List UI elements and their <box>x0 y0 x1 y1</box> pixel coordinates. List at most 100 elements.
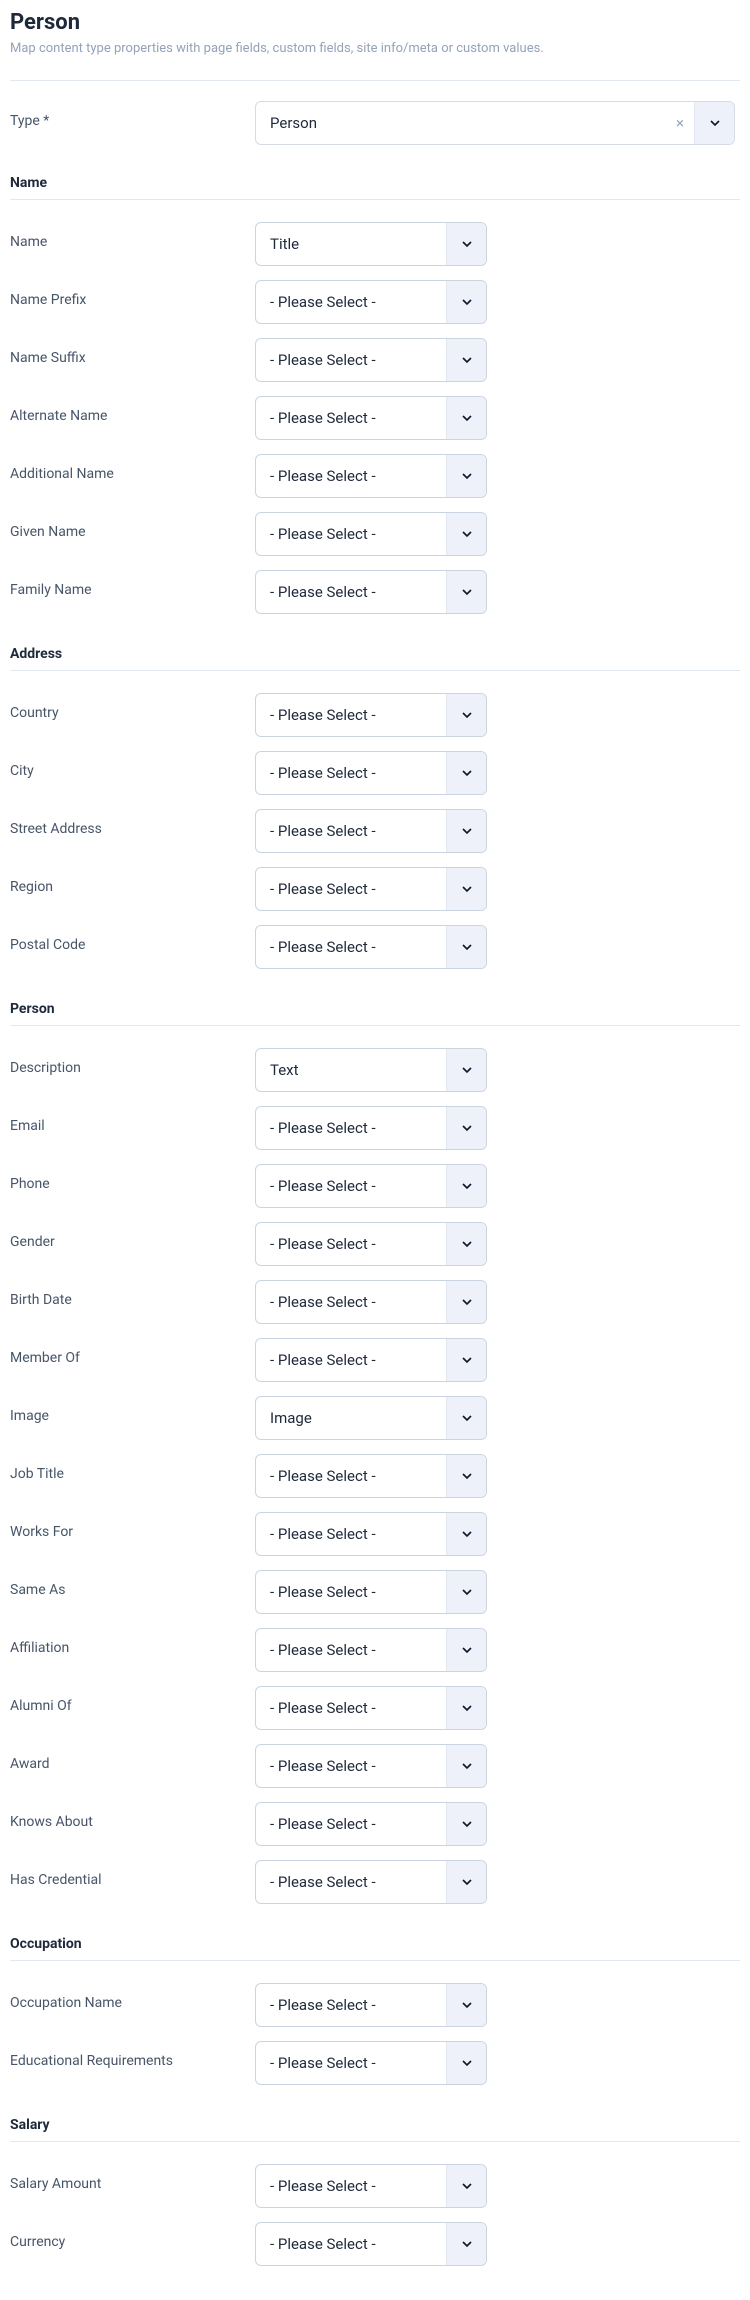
field-select-toggle[interactable] <box>446 1339 486 1381</box>
field-select-toggle[interactable] <box>446 1571 486 1613</box>
field-select[interactable]: - Please Select - <box>255 809 487 853</box>
field-select[interactable]: - Please Select - <box>255 512 487 556</box>
field-select-value[interactable]: - Please Select - <box>256 1745 446 1787</box>
field-select-value[interactable]: - Please Select - <box>256 571 446 613</box>
field-select-toggle[interactable] <box>446 1049 486 1091</box>
field-select-value[interactable]: - Please Select - <box>256 281 446 323</box>
field-select-value[interactable]: - Please Select - <box>256 397 446 439</box>
field-select[interactable]: - Please Select - <box>255 2041 487 2085</box>
field-select[interactable]: - Please Select - <box>255 1512 487 1556</box>
clear-type-icon[interactable]: × <box>666 102 694 144</box>
field-select-value[interactable]: - Please Select - <box>256 513 446 555</box>
field-select-toggle[interactable] <box>446 339 486 381</box>
field-select[interactable]: - Please Select - <box>255 454 487 498</box>
field-select-value[interactable]: - Please Select - <box>256 868 446 910</box>
field-select-toggle[interactable] <box>446 1455 486 1497</box>
field-select-value[interactable]: - Please Select - <box>256 1339 446 1381</box>
field-select[interactable]: - Please Select - <box>255 1744 487 1788</box>
field-select[interactable]: - Please Select - <box>255 1686 487 1730</box>
field-select-value[interactable]: - Please Select - <box>256 2165 446 2207</box>
type-select-value[interactable]: Person <box>256 102 666 144</box>
field-select[interactable]: - Please Select - <box>255 280 487 324</box>
field-select-value[interactable]: - Please Select - <box>256 1687 446 1729</box>
field-select-value[interactable]: - Please Select - <box>256 1984 446 2026</box>
chevron-down-icon <box>459 1700 475 1716</box>
field-select-toggle[interactable] <box>446 810 486 852</box>
field-select[interactable]: - Please Select - <box>255 1280 487 1324</box>
field-select-toggle[interactable] <box>446 513 486 555</box>
field-select[interactable]: - Please Select - <box>255 867 487 911</box>
field-select-value[interactable]: - Please Select - <box>256 1571 446 1613</box>
field-select-value[interactable]: - Please Select - <box>256 1513 446 1555</box>
field-select-toggle[interactable] <box>446 1861 486 1903</box>
field-select[interactable]: - Please Select - <box>255 1802 487 1846</box>
field-select-toggle[interactable] <box>446 868 486 910</box>
field-select[interactable]: - Please Select - <box>255 1164 487 1208</box>
field-select-toggle[interactable] <box>446 1165 486 1207</box>
field-select[interactable]: Image <box>255 1396 487 1440</box>
field-select[interactable]: - Please Select - <box>255 2164 487 2208</box>
field-select-value[interactable]: - Please Select - <box>256 1629 446 1671</box>
field-select-value[interactable]: - Please Select - <box>256 1861 446 1903</box>
field-select[interactable]: Title <box>255 222 487 266</box>
field-select-toggle[interactable] <box>446 2165 486 2207</box>
type-select-toggle[interactable] <box>694 102 734 144</box>
field-select-value[interactable]: - Please Select - <box>256 1455 446 1497</box>
field-select-toggle[interactable] <box>446 1281 486 1323</box>
field-select[interactable]: - Please Select - <box>255 1106 487 1150</box>
field-select-value[interactable]: - Please Select - <box>256 1281 446 1323</box>
field-select[interactable]: - Please Select - <box>255 1628 487 1672</box>
field-select-value[interactable]: Title <box>256 223 446 265</box>
field-select-toggle[interactable] <box>446 1803 486 1845</box>
field-select-toggle[interactable] <box>446 571 486 613</box>
type-select[interactable]: Person × <box>255 101 735 145</box>
field-select-toggle[interactable] <box>446 1397 486 1439</box>
field-select-value[interactable]: - Please Select - <box>256 752 446 794</box>
field-select-value[interactable]: Image <box>256 1397 446 1439</box>
chevron-down-icon <box>459 1758 475 1774</box>
field-select[interactable]: - Please Select - <box>255 1983 487 2027</box>
field-select-value[interactable]: - Please Select - <box>256 810 446 852</box>
field-select-toggle[interactable] <box>446 694 486 736</box>
field-select-value[interactable]: - Please Select - <box>256 2223 446 2265</box>
field-select-value[interactable]: Text <box>256 1049 446 1091</box>
field-select-toggle[interactable] <box>446 397 486 439</box>
field-select[interactable]: - Please Select - <box>255 1222 487 1266</box>
field-select-value[interactable]: - Please Select - <box>256 694 446 736</box>
field-select-toggle[interactable] <box>446 752 486 794</box>
field-select[interactable]: - Please Select - <box>255 1570 487 1614</box>
field-select[interactable]: - Please Select - <box>255 1338 487 1382</box>
field-select-value[interactable]: - Please Select - <box>256 339 446 381</box>
field-select-toggle[interactable] <box>446 1513 486 1555</box>
field-select[interactable]: - Please Select - <box>255 2222 487 2266</box>
field-select-value[interactable]: - Please Select - <box>256 2042 446 2084</box>
field-select-toggle[interactable] <box>446 1984 486 2026</box>
field-select-toggle[interactable] <box>446 1687 486 1729</box>
field-select-toggle[interactable] <box>446 2042 486 2084</box>
field-select[interactable]: - Please Select - <box>255 1860 487 1904</box>
field-select-toggle[interactable] <box>446 223 486 265</box>
field-select-value[interactable]: - Please Select - <box>256 1107 446 1149</box>
field-select[interactable]: - Please Select - <box>255 338 487 382</box>
field-select-toggle[interactable] <box>446 281 486 323</box>
field-select[interactable]: - Please Select - <box>255 751 487 795</box>
field-select-value[interactable]: - Please Select - <box>256 1165 446 1207</box>
field-select-toggle[interactable] <box>446 2223 486 2265</box>
field-select-toggle[interactable] <box>446 1107 486 1149</box>
field-select-value[interactable]: - Please Select - <box>256 1803 446 1845</box>
field-select-toggle[interactable] <box>446 1745 486 1787</box>
field-select-toggle[interactable] <box>446 455 486 497</box>
field-select-toggle[interactable] <box>446 1223 486 1265</box>
field-select-value[interactable]: - Please Select - <box>256 1223 446 1265</box>
field-select[interactable]: - Please Select - <box>255 396 487 440</box>
field-select[interactable]: - Please Select - <box>255 925 487 969</box>
field-select[interactable]: Text <box>255 1048 487 1092</box>
field-select-toggle[interactable] <box>446 1629 486 1671</box>
field-select-value[interactable]: - Please Select - <box>256 926 446 968</box>
field-select-value[interactable]: - Please Select - <box>256 455 446 497</box>
field-select[interactable]: - Please Select - <box>255 693 487 737</box>
field-select[interactable]: - Please Select - <box>255 570 487 614</box>
field-select-toggle[interactable] <box>446 926 486 968</box>
chevron-down-icon <box>459 2178 475 2194</box>
field-select[interactable]: - Please Select - <box>255 1454 487 1498</box>
